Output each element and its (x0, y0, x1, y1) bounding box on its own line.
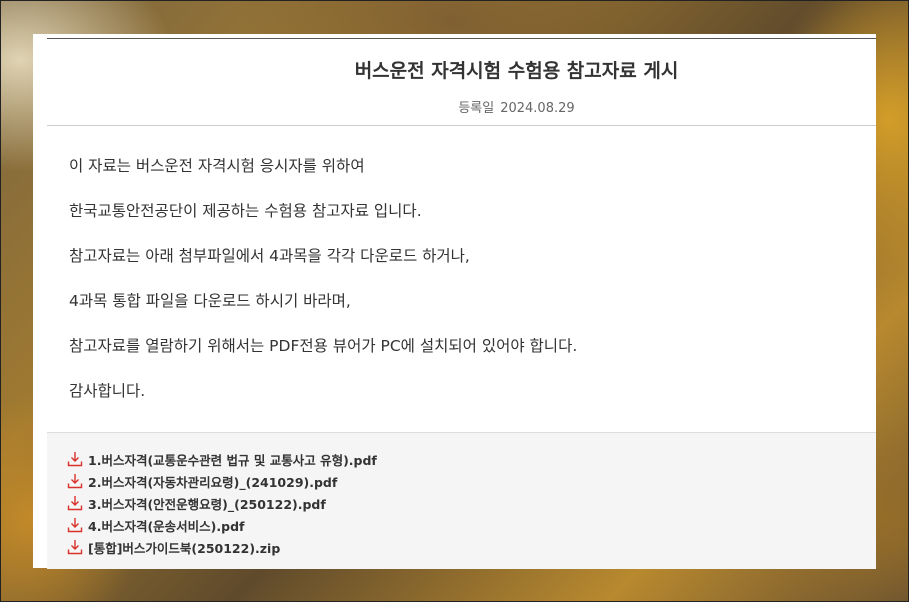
post-title: 버스운전 자격시험 수험용 참고자료 게시 (354, 60, 679, 82)
body-paragraph: 참고자료는 아래 첨부파일에서 4과목을 각각 다운로드 하거나, (69, 247, 470, 265)
attachment-link[interactable]: [통합]버스가이드북(250122).zip (88, 538, 280, 557)
body-paragraph: 한국교통안전공단이 제공하는 수험용 참고자료 입니다. (69, 202, 422, 220)
attachment-list: 1.버스자격(교통운수관련 법규 및 교통사고 유형).pdf 2.버스자격(자… (47, 432, 876, 569)
download-icon[interactable] (67, 451, 83, 467)
download-icon[interactable] (67, 539, 83, 555)
top-divider (47, 38, 876, 39)
attachment-link[interactable]: 2.버스자격(자동차관리요령)_(241029).pdf (88, 472, 337, 491)
attachment-item: 2.버스자격(자동차관리요령)_(241029).pdf (67, 470, 876, 492)
body-paragraph: 4과목 통합 파일을 다운로드 하시기 바라며, (69, 292, 351, 310)
attachment-item: 4.버스자격(운송서비스).pdf (67, 514, 876, 536)
body-paragraph: 이 자료는 버스운전 자격시험 응시자를 위하여 (69, 157, 365, 175)
attachment-link[interactable]: 1.버스자격(교통운수관련 법규 및 교통사고 유형).pdf (88, 450, 377, 469)
attachment-item: [통합]버스가이드북(250122).zip (67, 536, 876, 558)
download-icon[interactable] (67, 517, 83, 533)
body-paragraph: 감사합니다. (69, 382, 146, 400)
post-date: 등록일 2024.08.29 (47, 97, 876, 116)
attachment-link[interactable]: 4.버스자격(운송서비스).pdf (88, 516, 244, 535)
post-panel: 버스운전 자격시험 수험용 참고자료 게시 등록일 2024.08.29 이 자료… (33, 34, 876, 569)
attachment-item: 1.버스자격(교통운수관련 법규 및 교통사고 유형).pdf (67, 448, 876, 470)
post-body: 이 자료는 버스운전 자격시험 응시자를 위하여 한국교통안전공단이 제공하는 … (69, 156, 859, 426)
attachment-link[interactable]: 3.버스자격(안전운행요령)_(250122).pdf (88, 494, 326, 513)
attachment-item: 3.버스자격(안전운행요령)_(250122).pdf (67, 492, 876, 514)
download-icon[interactable] (67, 473, 83, 489)
date-label: 등록일 (458, 101, 495, 116)
body-paragraph: 참고자료를 열람하기 위해서는 PDF전용 뷰어가 PC에 설치되어 있어야 합… (69, 337, 578, 355)
download-icon[interactable] (67, 495, 83, 511)
date-value: 2024.08.29 (500, 101, 575, 116)
header-divider (47, 125, 876, 126)
